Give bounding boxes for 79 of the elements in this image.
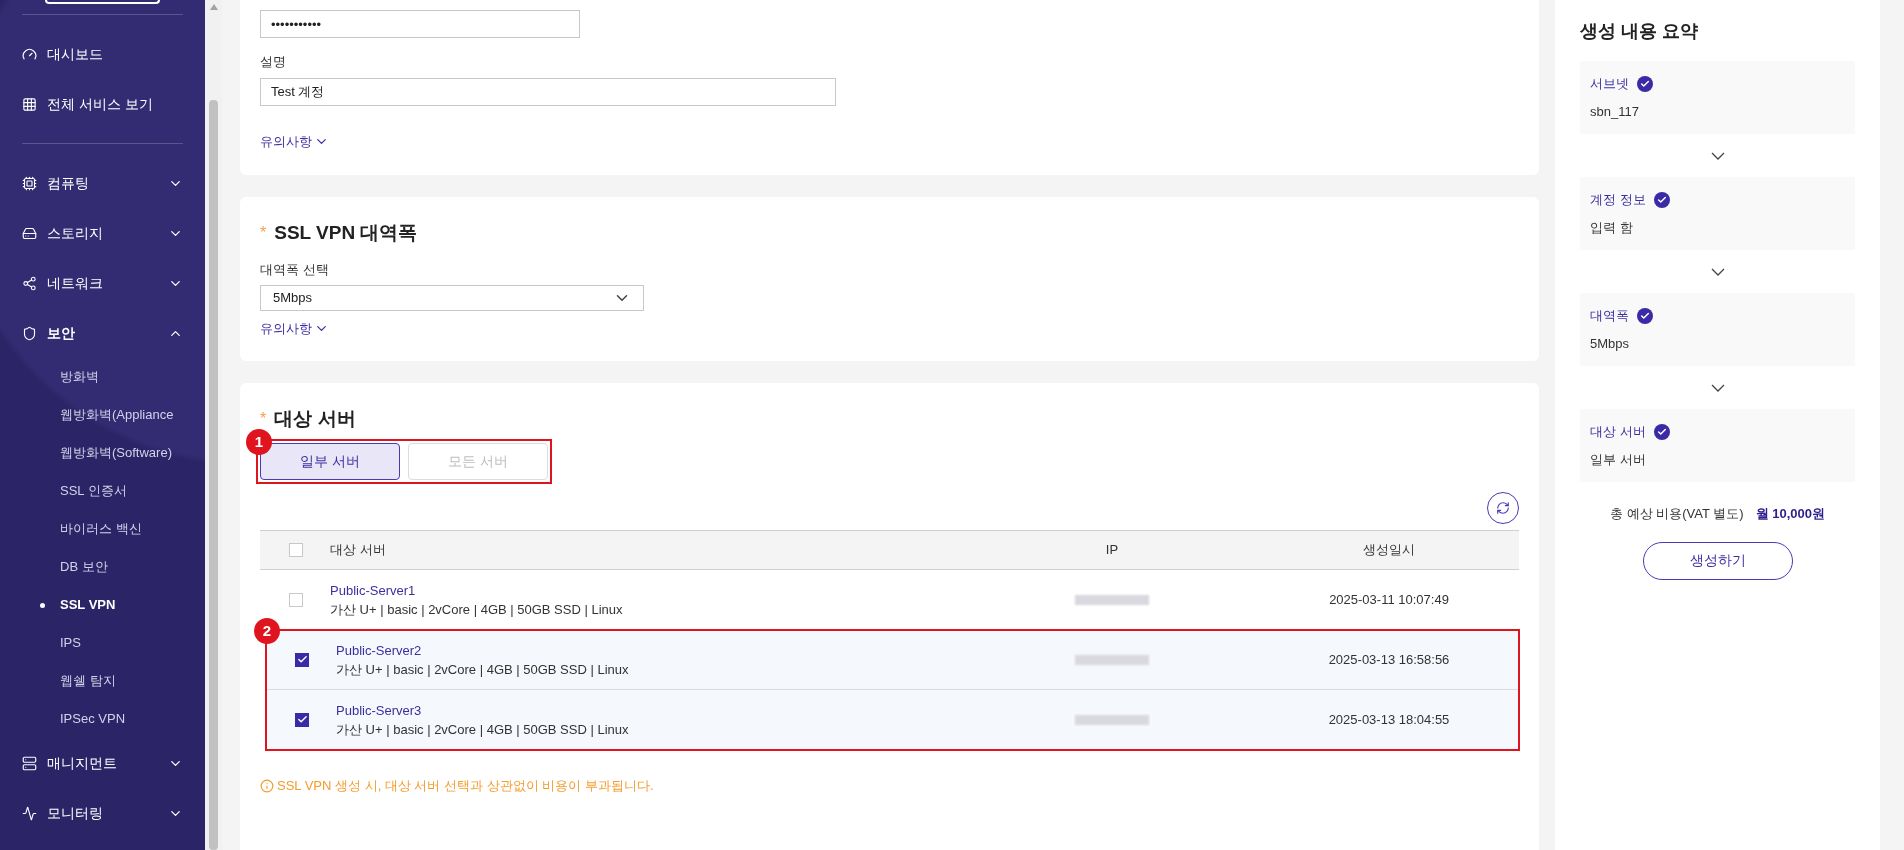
section-title: 대상 서버 bbox=[274, 406, 356, 431]
check-icon bbox=[296, 714, 308, 725]
gauge-icon bbox=[22, 46, 37, 62]
column-header: IP bbox=[1105, 541, 1119, 560]
cost-notice: SSL VPN 생성 시, 대상 서버 선택과 상관없이 비용이 부과됩니다. bbox=[277, 777, 654, 795]
checkbox[interactable] bbox=[289, 592, 303, 607]
create-button[interactable]: 생성하기 bbox=[1642, 541, 1793, 580]
info-icon bbox=[260, 778, 274, 793]
notice-toggle-link[interactable]: 유의사항 bbox=[260, 131, 329, 151]
server-name-link[interactable]: Public-Server3 bbox=[336, 700, 965, 720]
notice-toggle-link[interactable]: 유의사항 bbox=[260, 319, 329, 339]
step-value: sbn_117 bbox=[1590, 102, 1640, 121]
server-spec: 가산 U+ | basic | 2vCore | 4GB | 50GB SSD | Linux bbox=[336, 660, 630, 679]
server-name-link[interactable]: Public-Server1 bbox=[330, 580, 965, 600]
bullet-icon bbox=[40, 602, 45, 608]
chip-icon bbox=[22, 175, 37, 191]
submenu-item[interactable]: IPSec VPN bbox=[22, 700, 183, 738]
bandwidth-select[interactable]: 5Mbps bbox=[260, 285, 644, 311]
submenu-item[interactable]: SSL 인증서 bbox=[22, 472, 183, 510]
step-label: 계정 정보 bbox=[1590, 191, 1646, 209]
table-cell-text: 2025-03-13 16:58:56 bbox=[1328, 650, 1450, 669]
checkbox[interactable] bbox=[289, 543, 303, 557]
scrollbar-thumb[interactable] bbox=[209, 100, 218, 850]
password-field[interactable]: ••••••••••• bbox=[260, 10, 580, 38]
network-icon bbox=[22, 275, 37, 291]
step-label: 대역폭 bbox=[1590, 307, 1629, 325]
field-label: 설명 bbox=[260, 53, 287, 71]
step-label: 대상 서버 bbox=[1590, 423, 1646, 441]
menu-group[interactable]: 컴퓨팅 bbox=[22, 158, 183, 208]
submenu-item[interactable]: 웹쉘 탐지 bbox=[22, 662, 183, 700]
menu-group[interactable]: 보안 bbox=[22, 308, 183, 358]
annotation-badge: 1 bbox=[246, 429, 272, 455]
table-cell-text: 2025-03-13 18:04:55 bbox=[1328, 710, 1450, 729]
submenu-item[interactable]: 바이러스 백신 bbox=[22, 510, 183, 548]
total-cost-label: 총 예상 비용(VAT 별도) bbox=[1610, 505, 1744, 523]
summary-title: 생성 내용 요약 bbox=[1580, 20, 1699, 43]
drive-icon bbox=[22, 225, 37, 241]
chevron-down-icon bbox=[1710, 151, 1725, 160]
server-spec: 가산 U+ | basic | 2vCore | 4GB | 50GB SSD | Linux bbox=[336, 720, 630, 739]
description-field[interactable]: Test 계정 bbox=[260, 77, 836, 106]
required-asterisk: * bbox=[260, 408, 267, 429]
annotation-badge: 2 bbox=[254, 618, 280, 644]
submenu-item[interactable]: 웹방화벽(Appliance bbox=[22, 396, 183, 434]
field-label: 대역폭 선택 bbox=[260, 260, 330, 279]
submenu-item[interactable]: 웹방화벽(Software) bbox=[22, 434, 183, 472]
grid-icon bbox=[22, 96, 37, 112]
checkbox[interactable] bbox=[295, 652, 309, 667]
chevron-down-icon bbox=[1710, 267, 1725, 276]
step-value: 5Mbps bbox=[1590, 334, 1631, 353]
menu-item[interactable]: 대시보드 bbox=[22, 29, 183, 79]
table-row[interactable]: Public-Server3 가산 U+ | basic | 2vCore | 4GB | 50GB SSD | Linux 2025-03-13 18:04:55 bbox=[266, 690, 1519, 750]
menu-item[interactable]: 전체 서비스 보기 bbox=[22, 79, 183, 129]
menu-group[interactable]: 모니터링 bbox=[22, 788, 183, 838]
step-value: 입력 함 bbox=[1590, 218, 1634, 237]
refresh-icon bbox=[1496, 501, 1510, 515]
server-rack-icon bbox=[22, 755, 37, 771]
shield-icon bbox=[22, 325, 37, 341]
pulse-icon bbox=[22, 805, 37, 821]
step-label: 서브넷 bbox=[1590, 75, 1629, 93]
required-asterisk: * bbox=[260, 223, 267, 244]
menu-group[interactable]: 스토리지 bbox=[22, 208, 183, 258]
menu-group[interactable]: 네트워크 bbox=[22, 258, 183, 308]
submenu-item[interactable]: 방화벽 bbox=[22, 358, 183, 396]
step-value: 일부 서버 bbox=[1590, 450, 1647, 469]
server-name-link[interactable]: Public-Server2 bbox=[336, 640, 965, 660]
server-spec: 가산 U+ | basic | 2vCore | 4GB | 50GB SSD | Linux bbox=[330, 600, 624, 619]
column-header: 생성일시 bbox=[1363, 541, 1415, 560]
column-header: 대상 서버 bbox=[330, 541, 387, 560]
chevron-down-icon bbox=[1710, 383, 1725, 392]
table-cell-text: 2025-03-11 10:07:49 bbox=[1329, 590, 1449, 609]
submenu-item[interactable]: IPS bbox=[22, 624, 183, 662]
menu-group[interactable]: 매니지먼트 bbox=[22, 738, 183, 788]
submenu-item[interactable]: DB 보안 bbox=[22, 548, 183, 586]
section-title: SSL VPN 대역폭 bbox=[274, 221, 418, 245]
total-cost-value: 월 10,000원 bbox=[1755, 505, 1825, 523]
check-icon bbox=[296, 654, 308, 665]
scroll-up-arrow-icon bbox=[209, 4, 218, 10]
submenu-item[interactable]: SSL VPN bbox=[22, 586, 183, 624]
checkbox[interactable] bbox=[295, 712, 309, 727]
